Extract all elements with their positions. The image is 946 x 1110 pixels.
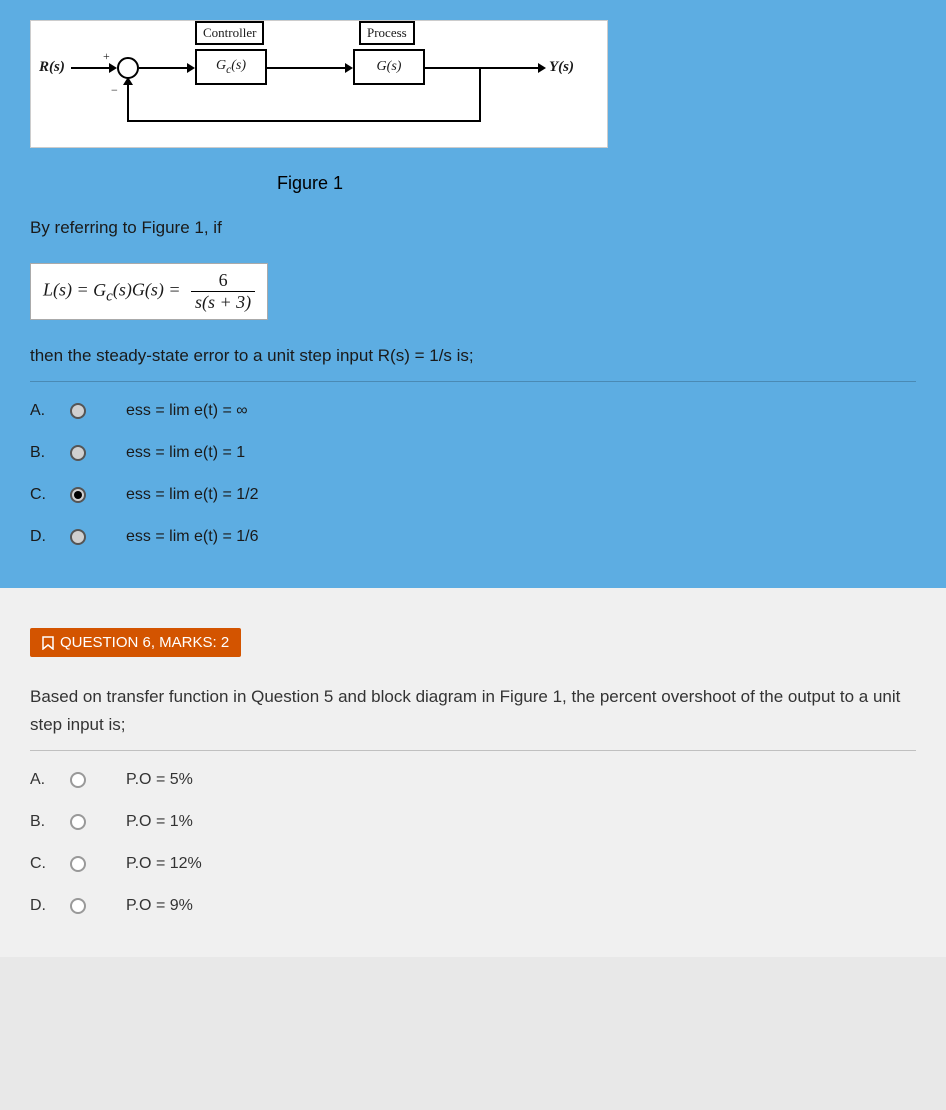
controller-tf: Gc(s) (216, 58, 246, 76)
summing-junction (117, 57, 139, 79)
figure-caption: Figure 1 (260, 173, 360, 194)
option-letter: A. (30, 771, 70, 789)
diagram-wire (267, 67, 347, 69)
arrow-icon (538, 63, 546, 73)
diagram-wire (479, 67, 481, 122)
option-text: P.O = 12% (126, 855, 202, 873)
question-badge: QUESTION 6, MARKS: 2 (30, 628, 241, 657)
plus-sign: + (103, 49, 110, 64)
option-letter: C. (30, 486, 70, 504)
radio-button[interactable] (70, 898, 86, 914)
radio-button[interactable] (70, 445, 86, 461)
option-text: ess = lim e(t) = 1 (126, 444, 245, 462)
question-followup: then the steady-state error to a unit st… (30, 342, 916, 369)
option-text: P.O = 9% (126, 897, 193, 915)
block-diagram: R(s) + − Controller Gc(s) Process G(s) (39, 29, 599, 139)
diagram-wire (139, 67, 189, 69)
controller-title: Controller (195, 21, 264, 45)
question-intro: By referring to Figure 1, if (30, 214, 916, 241)
output-signal-label: Y(s) (549, 59, 574, 76)
formula-numerator: 6 (191, 270, 255, 292)
question-6-block: QUESTION 6, MARKS: 2 Based on transfer f… (0, 588, 946, 956)
option-b[interactable]: B. P.O = 1% (30, 801, 916, 843)
bookmark-icon (42, 636, 54, 650)
formula-fraction: 6 s(s + 3) (191, 270, 255, 313)
option-text: P.O = 5% (126, 771, 193, 789)
option-letter: B. (30, 813, 70, 831)
formula-denominator: s(s + 3) (191, 292, 255, 313)
option-c[interactable]: C. P.O = 12% (30, 843, 916, 885)
radio-button[interactable] (70, 856, 86, 872)
input-signal-label: R(s) (39, 59, 65, 76)
formula-lhs: L(s) = Gc(s)G(s) = (43, 280, 185, 300)
diagram-wire (127, 79, 129, 122)
minus-sign: − (111, 83, 118, 98)
option-a[interactable]: A. ess = lim e(t) = ∞ (30, 390, 916, 432)
block-diagram-container: R(s) + − Controller Gc(s) Process G(s) (30, 20, 608, 148)
radio-button-selected[interactable] (70, 487, 86, 503)
radio-button[interactable] (70, 529, 86, 545)
option-text: ess = lim e(t) = 1/2 (126, 486, 259, 504)
option-d[interactable]: D. P.O = 9% (30, 885, 916, 927)
question-text: Based on transfer function in Question 5… (30, 683, 916, 737)
option-b[interactable]: B. ess = lim e(t) = 1 (30, 432, 916, 474)
diagram-wire (71, 67, 111, 69)
question-5-block: R(s) + − Controller Gc(s) Process G(s) (0, 0, 946, 588)
option-d[interactable]: D. ess = lim e(t) = 1/6 (30, 516, 916, 558)
radio-button[interactable] (70, 403, 86, 419)
option-c[interactable]: C. ess = lim e(t) = 1/2 (30, 474, 916, 516)
process-block: G(s) (353, 49, 425, 85)
controller-block: Gc(s) (195, 49, 267, 85)
option-letter: D. (30, 897, 70, 915)
option-text: P.O = 1% (126, 813, 193, 831)
process-tf: G(s) (377, 59, 402, 75)
diagram-wire (425, 67, 540, 69)
arrow-icon (123, 77, 133, 85)
arrow-icon (187, 63, 195, 73)
formula-box: L(s) = Gc(s)G(s) = 6 s(s + 3) (30, 263, 268, 320)
radio-button[interactable] (70, 814, 86, 830)
process-title: Process (359, 21, 415, 45)
divider (30, 381, 916, 382)
badge-text: QUESTION 6, MARKS: 2 (60, 634, 229, 651)
arrow-icon (109, 63, 117, 73)
arrow-icon (345, 63, 353, 73)
option-a[interactable]: A. P.O = 5% (30, 759, 916, 801)
divider (30, 750, 916, 751)
option-letter: A. (30, 402, 70, 420)
diagram-wire (127, 120, 481, 122)
option-letter: D. (30, 528, 70, 546)
option-letter: B. (30, 444, 70, 462)
option-text: ess = lim e(t) = ∞ (126, 402, 248, 420)
option-text: ess = lim e(t) = 1/6 (126, 528, 259, 546)
radio-button[interactable] (70, 772, 86, 788)
option-letter: C. (30, 855, 70, 873)
